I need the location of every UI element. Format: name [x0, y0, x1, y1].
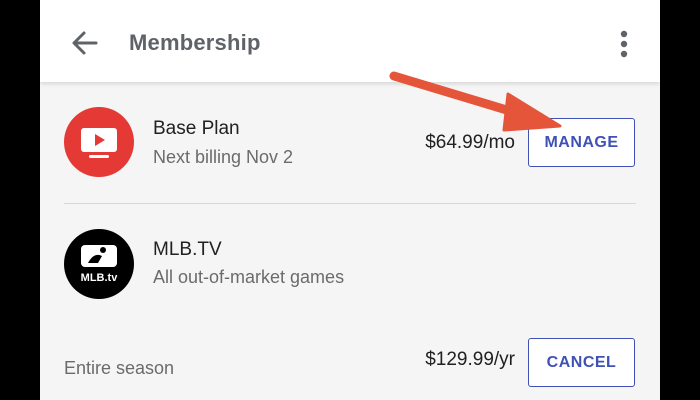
manage-button[interactable]: MANAGE — [528, 118, 635, 167]
subscription-row-base-plan: Base Plan Next billing Nov 2 $64.99/mo M… — [40, 82, 660, 204]
plan-term: Entire season — [64, 358, 175, 378]
plan-description: All out-of-market games — [153, 267, 345, 287]
plan-price: $129.99/yr — [425, 349, 515, 370]
plan-name: MLB.TV — [153, 239, 222, 260]
app-bar: Membership — [40, 0, 660, 82]
page-title: Membership — [129, 30, 261, 55]
billing-info: Next billing Nov 2 — [153, 147, 294, 167]
mlb-tv-logo: MLB.tv — [64, 229, 134, 299]
plan-name: Base Plan — [153, 118, 240, 139]
arrow-back-icon[interactable] — [66, 26, 102, 62]
membership-screen: Membership Base Plan Next billing Nov 2 … — [40, 0, 660, 400]
mlb-logo-text: MLB.tv — [81, 272, 119, 284]
youtube-tv-icon — [64, 107, 134, 177]
cancel-button[interactable]: CANCEL — [528, 338, 635, 387]
subscription-row-mlb-tv: MLB.tv MLB.TV All out-of-market games En… — [40, 204, 660, 400]
more-vert-icon[interactable] — [610, 26, 638, 62]
plan-price: $64.99/mo — [425, 132, 515, 153]
